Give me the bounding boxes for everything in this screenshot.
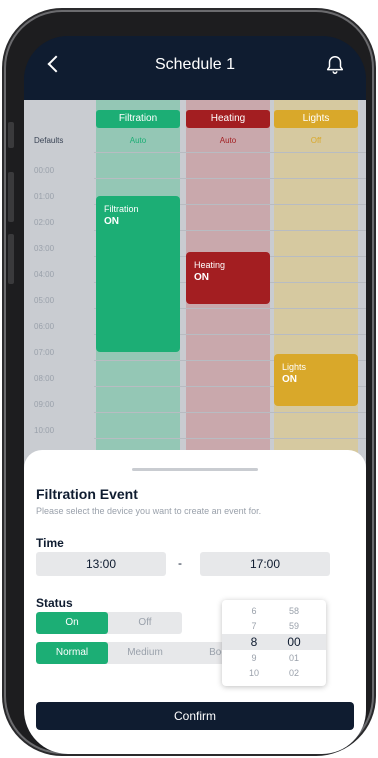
event-block-heating[interactable]: Heating ON — [186, 252, 270, 304]
time-label: 05:00 — [34, 296, 55, 305]
picker-hour[interactable]: 10 — [234, 668, 274, 678]
column-header-lights[interactable]: Lights — [274, 110, 358, 128]
side-button — [8, 172, 14, 222]
picker-minute[interactable]: 02 — [274, 668, 314, 678]
time-label: 08:00 — [34, 374, 55, 383]
column-default-filtration: Auto — [129, 136, 147, 145]
bell-icon[interactable] — [324, 54, 346, 76]
picker-minute[interactable]: 01 — [274, 653, 314, 663]
picker-hour-selected[interactable]: 8 — [234, 635, 274, 649]
time-label: 02:00 — [34, 218, 55, 227]
side-button — [8, 234, 14, 284]
time-label: 04:00 — [34, 270, 55, 279]
column-default-heating: Auto — [219, 136, 237, 145]
page-title: Schedule 1 — [154, 56, 236, 73]
phone-frame: Schedule 1 Defaults Filtration Heating L… — [6, 12, 372, 754]
top-bar: Schedule 1 — [24, 36, 366, 100]
status-toggle: On Off — [36, 612, 182, 634]
time-separator: - — [178, 556, 182, 570]
event-state: ON — [194, 272, 209, 283]
confirm-button[interactable]: Confirm — [36, 702, 354, 730]
event-state: ON — [104, 216, 119, 227]
time-label: 00:00 — [34, 166, 55, 175]
picker-minute-selected[interactable]: 00 — [274, 635, 314, 649]
end-time-field[interactable]: 17:00 — [200, 552, 330, 576]
sheet-title: Filtration Event — [36, 486, 138, 502]
time-picker[interactable]: 6 58 7 59 8 00 9 01 10 02 — [222, 600, 326, 686]
column-default-lights: Off — [310, 136, 322, 145]
time-label-heading: Time — [36, 536, 64, 550]
grid-line — [94, 438, 366, 439]
time-label: 03:00 — [34, 244, 55, 253]
status-label: Status — [36, 596, 73, 610]
picker-minute[interactable]: 58 — [274, 606, 314, 616]
defaults-label: Defaults — [34, 136, 64, 145]
event-block-filtration[interactable]: Filtration ON — [96, 196, 180, 352]
start-time-field[interactable]: 13:00 — [36, 552, 166, 576]
picker-hour[interactable]: 6 — [234, 606, 274, 616]
time-label: 09:00 — [34, 400, 55, 409]
grid-line — [94, 178, 366, 179]
event-sheet: Filtration Event Please select the devic… — [24, 450, 366, 754]
status-on-option[interactable]: On — [36, 612, 108, 634]
screen: Schedule 1 Defaults Filtration Heating L… — [24, 36, 366, 754]
grid-line — [94, 152, 366, 153]
time-label: 10:00 — [34, 426, 55, 435]
event-state: ON — [282, 374, 297, 385]
event-name: Heating — [194, 260, 226, 270]
mode-normal-option[interactable]: Normal — [36, 642, 108, 664]
time-label: 06:00 — [34, 322, 55, 331]
event-name: Filtration — [104, 204, 139, 214]
picker-hour[interactable]: 9 — [234, 653, 274, 663]
time-label: 07:00 — [34, 348, 55, 357]
event-block-lights[interactable]: Lights ON — [274, 354, 358, 406]
mode-medium-option[interactable]: Medium — [108, 642, 182, 664]
column-header-filtration[interactable]: Filtration — [96, 110, 180, 128]
status-off-option[interactable]: Off — [108, 612, 182, 634]
picker-hour[interactable]: 7 — [234, 621, 274, 631]
time-label: 01:00 — [34, 192, 55, 201]
picker-minute[interactable]: 59 — [274, 621, 314, 631]
side-button — [8, 122, 14, 148]
event-name: Lights — [282, 362, 307, 372]
sheet-subtitle: Please select the device you want to cre… — [36, 506, 262, 516]
column-header-heating[interactable]: Heating — [186, 110, 270, 128]
sheet-handle[interactable] — [132, 468, 258, 471]
grid-line — [94, 412, 366, 413]
